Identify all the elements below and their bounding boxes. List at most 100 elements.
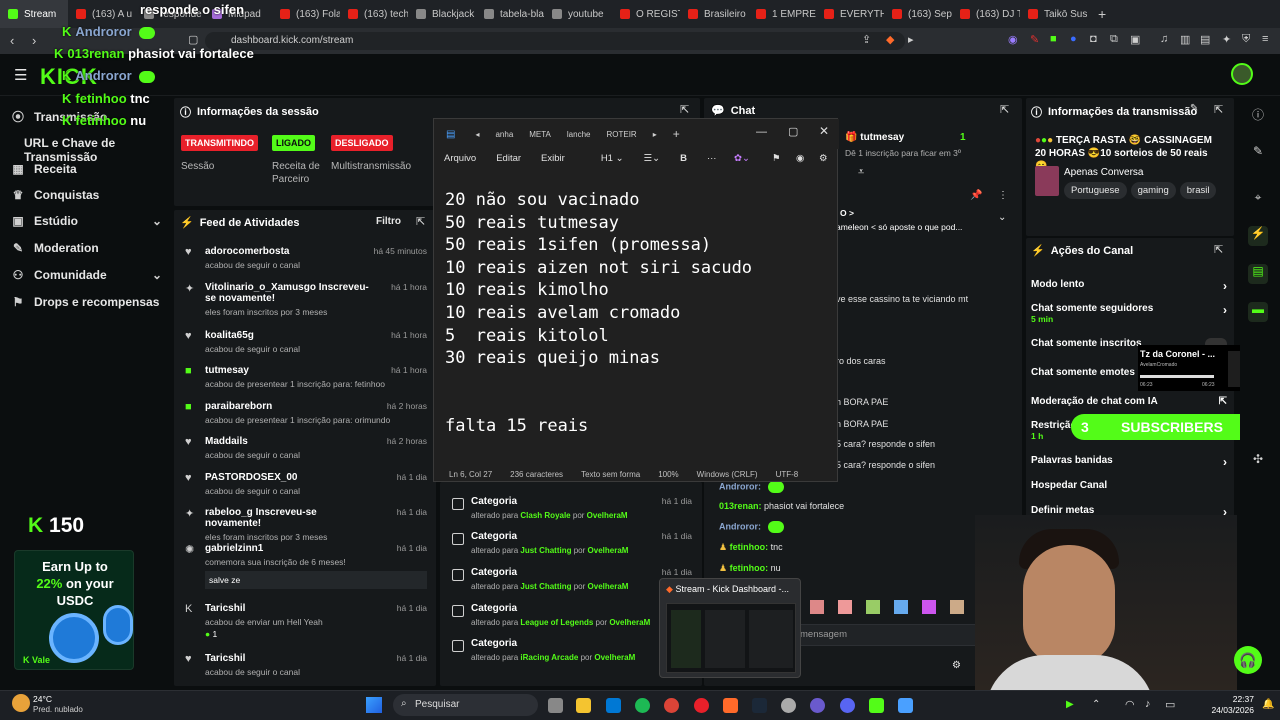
emote-icon[interactable] <box>810 600 824 614</box>
browser-tab[interactable]: (163) Fola <box>272 0 340 28</box>
popout-icon[interactable]: ⇱ <box>1000 103 1009 116</box>
chat-username[interactable]: Androror: <box>719 521 761 531</box>
menu-icon[interactable]: ≡ <box>1262 33 1268 45</box>
feed-item-name[interactable]: Maddails <box>205 436 370 447</box>
taskbar-search[interactable]: ⌕ Pesquisar <box>393 694 538 716</box>
chat-username[interactable]: fetinhoo: <box>730 542 769 552</box>
popout-icon[interactable]: ⇱ <box>680 103 689 116</box>
category-by[interactable]: OvelheraM <box>587 511 628 520</box>
pin-icon[interactable]: 📌 <box>970 190 982 201</box>
emote-icon[interactable] <box>894 600 908 614</box>
emote-icon[interactable] <box>866 600 880 614</box>
task-view-icon[interactable] <box>548 698 563 713</box>
new-tab-icon[interactable]: + <box>665 127 688 141</box>
weather-icon[interactable] <box>12 694 30 712</box>
menu-file[interactable]: Arquivo <box>444 153 476 164</box>
category-by[interactable]: OvelheraM <box>588 582 629 591</box>
emote-icon[interactable] <box>922 600 936 614</box>
popout-icon[interactable]: ⇱ <box>416 215 425 228</box>
extension-icon[interactable]: ▸ <box>908 33 914 46</box>
back-icon[interactable]: ‹ <box>10 33 14 48</box>
notification-icon[interactable]: 🔔 <box>1262 699 1274 710</box>
close-icon[interactable]: ✕ <box>819 124 829 138</box>
channel-action-row[interactable]: Palavras banidas › <box>1031 455 1227 469</box>
feed-item-name[interactable]: Taricshil <box>205 653 370 664</box>
capture-icon[interactable]: ⌖ <box>1248 190 1268 210</box>
feed-item-name[interactable]: adorocomerbosta <box>205 246 370 257</box>
sidebar-item[interactable]: URL e Chave de Transmissão <box>24 136 184 164</box>
shield-icon[interactable]: ⚑ <box>772 153 781 164</box>
extension-icon[interactable]: ✎ <box>1030 33 1039 46</box>
copilot-icon[interactable]: ✿⌄ <box>734 153 750 164</box>
category-by[interactable]: OvelheraM <box>594 653 635 662</box>
extension-icon[interactable]: ● <box>1070 33 1077 45</box>
menu-view[interactable]: Exibir <box>541 153 565 164</box>
notepad-tab[interactable]: anha <box>487 130 521 139</box>
notepad-tab[interactable]: ROTEIR <box>598 130 644 139</box>
battery-icon[interactable]: ▭ <box>1165 698 1175 711</box>
new-tab-icon[interactable]: + <box>1088 6 1116 22</box>
account-icon[interactable]: ◉ <box>796 153 804 164</box>
feed-item-name[interactable]: paraibareborn <box>205 401 370 412</box>
category-game[interactable]: iRacing Arcade <box>520 653 578 662</box>
minimize-icon[interactable]: — <box>756 126 767 138</box>
bolt-icon[interactable]: ⚡ <box>1248 226 1268 246</box>
feed-item-name[interactable]: koalita65g <box>205 330 370 341</box>
notepad-app-icon[interactable] <box>898 698 913 713</box>
file-explorer-icon[interactable] <box>576 698 591 713</box>
volume-icon[interactable]: ♪ <box>1145 698 1151 710</box>
steam-icon[interactable] <box>752 698 767 713</box>
bold-icon[interactable]: B <box>680 153 687 164</box>
browser-tab[interactable]: (163) Sep <box>884 0 952 28</box>
windows-start-icon[interactable] <box>366 697 382 713</box>
channel-action-row[interactable]: Moderação de chat com IA ⇱ <box>1031 396 1227 407</box>
notes-icon[interactable]: ▤ <box>1248 264 1268 284</box>
category-game[interactable]: Just Chatting <box>520 582 571 591</box>
feed-item-name[interactable]: gabrielzinn1 <box>205 543 370 554</box>
emote-icon[interactable] <box>950 600 964 614</box>
forward-icon[interactable]: › <box>32 33 36 48</box>
headset-icon[interactable]: 🎧 <box>1234 646 1262 674</box>
extension-icon[interactable]: ⧉ <box>1110 33 1118 46</box>
browser-tab[interactable]: Stream <box>0 0 68 28</box>
notepad-window[interactable]: ▤ ◂ anha META lanche ROTEIR ▸ + — ▢ ✕ Ar… <box>433 118 839 482</box>
browser-tab[interactable]: Blackjack <box>408 0 476 28</box>
browser-tab[interactable]: tabela-bla <box>476 0 544 28</box>
filter-button[interactable]: Filtro <box>376 216 401 227</box>
sidebar-item[interactable]: ▦ Receita <box>12 162 162 176</box>
category-game[interactable]: Just Chatting <box>520 546 571 555</box>
discord-icon[interactable] <box>840 698 855 713</box>
ai-icon[interactable]: ✦ <box>1222 33 1231 46</box>
chat-icon[interactable]: ▬ <box>1248 302 1268 322</box>
opera-icon[interactable] <box>694 698 709 713</box>
popout-icon[interactable]: ⇱ <box>1214 103 1223 116</box>
browser-tab[interactable]: Taikō Susi <box>1020 0 1088 28</box>
usdc-promo[interactable]: Earn Up to 22% on your USDC K Vale <box>14 550 134 670</box>
stream-tag[interactable]: gaming <box>1130 182 1176 199</box>
sidebar-item[interactable]: ✎ Moderation <box>12 241 162 255</box>
stream-tag[interactable]: Portuguese <box>1064 182 1127 199</box>
tab-scroll-right-icon[interactable]: ▸ <box>645 130 665 139</box>
browser-tab[interactable]: O REGISTI <box>612 0 680 28</box>
tab-scroll-left-icon[interactable]: ◂ <box>467 130 487 139</box>
tray-icon[interactable]: ⌃ <box>1092 699 1100 710</box>
browser-tab[interactable]: (163) tech <box>340 0 408 28</box>
extension-icon[interactable]: ■ <box>1050 33 1057 45</box>
category-by[interactable]: OvelheraM <box>609 618 650 627</box>
play-icon[interactable]: ▶ <box>1066 699 1074 710</box>
app-icon[interactable] <box>810 698 825 713</box>
channel-action-row[interactable]: Chat somente seguidores 5 min › <box>1031 303 1227 324</box>
channel-action-row[interactable]: Modo lento › <box>1031 279 1227 293</box>
category-game[interactable]: Clash Royale <box>520 511 570 520</box>
heading-dropdown[interactable]: H1 ⌄ <box>601 153 624 164</box>
menu-edit[interactable]: Editar <box>496 153 521 164</box>
wallet-icon[interactable]: ▤ <box>1200 33 1210 46</box>
info-icon[interactable]: ⓘ <box>1248 106 1268 126</box>
browser-tab[interactable]: 1 EMPREE <box>748 0 816 28</box>
brave-shield-icon[interactable]: ◆ <box>886 33 894 46</box>
category-game[interactable]: League of Legends <box>520 618 593 627</box>
browser-tab[interactable]: Brasileiro <box>680 0 748 28</box>
vpn-icon[interactable]: ⛨ <box>1242 33 1250 46</box>
category-by[interactable]: OvelheraM <box>588 546 629 555</box>
bookmark-icon[interactable]: ▢ <box>188 33 198 46</box>
